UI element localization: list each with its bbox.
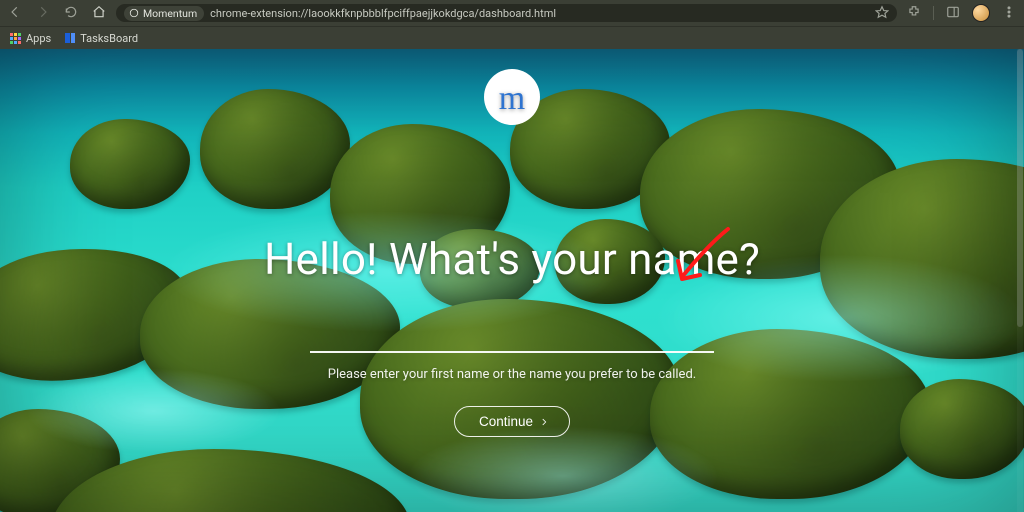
apps-grid-icon bbox=[10, 33, 21, 44]
toolbar-divider bbox=[933, 6, 934, 20]
menu-icon[interactable] bbox=[1002, 5, 1016, 22]
logo-letter: m bbox=[499, 82, 525, 116]
vertical-scrollbar[interactable] bbox=[1017, 49, 1023, 512]
bookmark-apps[interactable]: Apps bbox=[10, 32, 51, 45]
bookmark-tasksboard-label: TasksBoard bbox=[80, 32, 138, 45]
chevron-right-icon bbox=[539, 417, 549, 427]
url-text: chrome-extension://laookkfknpbbblfpciffp… bbox=[210, 7, 556, 20]
profile-avatar[interactable] bbox=[972, 4, 990, 22]
site-chip-label: Momentum bbox=[143, 7, 197, 20]
reload-icon[interactable] bbox=[64, 5, 78, 22]
back-icon[interactable] bbox=[8, 5, 22, 22]
star-icon[interactable] bbox=[875, 5, 889, 22]
bookmark-tasksboard[interactable]: TasksBoard bbox=[65, 32, 138, 45]
name-input[interactable] bbox=[310, 321, 714, 353]
momentum-logo: m bbox=[484, 69, 540, 125]
continue-button[interactable]: Continue bbox=[454, 406, 570, 437]
extensions-icon[interactable] bbox=[907, 5, 921, 22]
bookmarks-bar: Apps TasksBoard bbox=[0, 26, 1024, 49]
browser-toolbar: Momentum chrome-extension://laookkfknpbb… bbox=[0, 0, 1024, 26]
tasksboard-icon bbox=[65, 33, 75, 43]
scrollbar-thumb[interactable] bbox=[1017, 49, 1023, 327]
continue-label: Continue bbox=[479, 414, 533, 429]
page-viewport: m Hello! What's your name? Please enter … bbox=[0, 49, 1024, 512]
onboarding-hint: Please enter your first name or the name… bbox=[328, 367, 696, 382]
address-bar[interactable]: Momentum chrome-extension://laookkfknpbb… bbox=[116, 4, 897, 22]
onboarding-headline: Hello! What's your name? bbox=[264, 233, 760, 285]
side-panel-icon[interactable] bbox=[946, 5, 960, 22]
bookmark-apps-label: Apps bbox=[26, 32, 51, 45]
home-icon[interactable] bbox=[92, 5, 106, 22]
forward-icon[interactable] bbox=[36, 5, 50, 22]
site-chip[interactable]: Momentum bbox=[124, 6, 204, 21]
